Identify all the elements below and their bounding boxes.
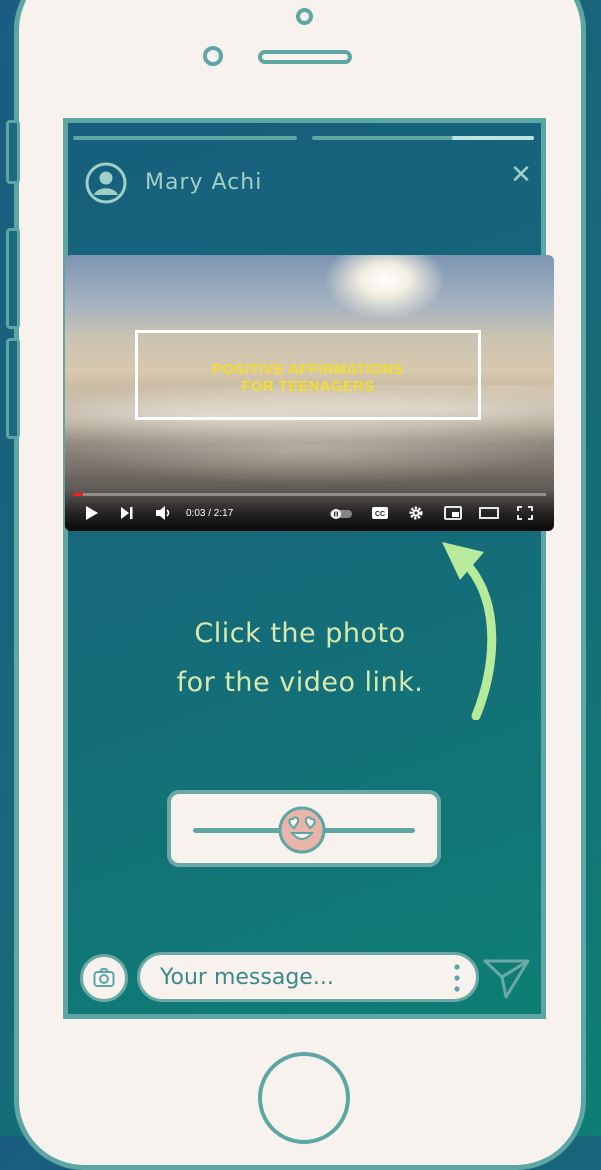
next-icon[interactable] bbox=[120, 506, 134, 520]
phone-side-button bbox=[6, 228, 20, 329]
video-progress-fill bbox=[73, 493, 84, 496]
instruction-line-2: for the video link. bbox=[176, 667, 424, 698]
video-title-frame: POSITIVE AFFIRMATIONS FOR TEENAGERS bbox=[135, 330, 481, 420]
miniplayer-icon[interactable] bbox=[444, 506, 462, 520]
front-sensor-dot bbox=[203, 46, 223, 66]
theater-mode-icon[interactable] bbox=[479, 507, 499, 519]
video-progress-track[interactable] bbox=[73, 493, 546, 496]
phone-side-button bbox=[6, 338, 20, 439]
profile-name[interactable]: Mary Achi bbox=[145, 170, 262, 195]
front-camera-dot bbox=[296, 8, 313, 25]
settings-gear-icon[interactable] bbox=[408, 505, 424, 521]
autoplay-toggle-icon[interactable] bbox=[329, 508, 353, 520]
volume-icon[interactable] bbox=[155, 505, 173, 521]
video-time: 0:03 / 2:17 bbox=[186, 508, 234, 519]
instruction-line-1: Click the photo bbox=[194, 618, 406, 649]
video-title-line1: POSITIVE AFFIRMATIONS bbox=[212, 361, 404, 378]
play-icon[interactable] bbox=[85, 505, 99, 521]
cloud-layer bbox=[65, 425, 554, 485]
more-options-icon[interactable] bbox=[448, 961, 466, 995]
video-thumbnail[interactable]: POSITIVE AFFIRMATIONS FOR TEENAGERS 0:03… bbox=[65, 255, 554, 531]
captions-icon[interactable]: CC bbox=[371, 506, 389, 520]
heart-eyes-emoji-icon[interactable] bbox=[277, 805, 327, 855]
camera-icon bbox=[93, 968, 115, 987]
earpiece-speaker bbox=[258, 50, 352, 64]
home-button[interactable] bbox=[258, 1052, 350, 1144]
svg-text:CC: CC bbox=[375, 511, 385, 518]
phone-side-button bbox=[6, 120, 20, 184]
camera-button[interactable] bbox=[80, 954, 128, 1002]
story-progress-bar-2 bbox=[312, 136, 534, 140]
video-title-line2: FOR TEENAGERS bbox=[241, 378, 375, 395]
story-progress-fill bbox=[452, 136, 534, 140]
user-avatar-icon[interactable] bbox=[84, 161, 128, 205]
message-input[interactable] bbox=[137, 952, 479, 1002]
send-icon[interactable] bbox=[482, 955, 532, 1001]
emoji-reaction-slider[interactable] bbox=[167, 790, 441, 867]
fullscreen-icon[interactable] bbox=[517, 506, 533, 520]
close-icon[interactable]: ✕ bbox=[506, 160, 536, 190]
story-progress-bar-1 bbox=[73, 136, 297, 140]
